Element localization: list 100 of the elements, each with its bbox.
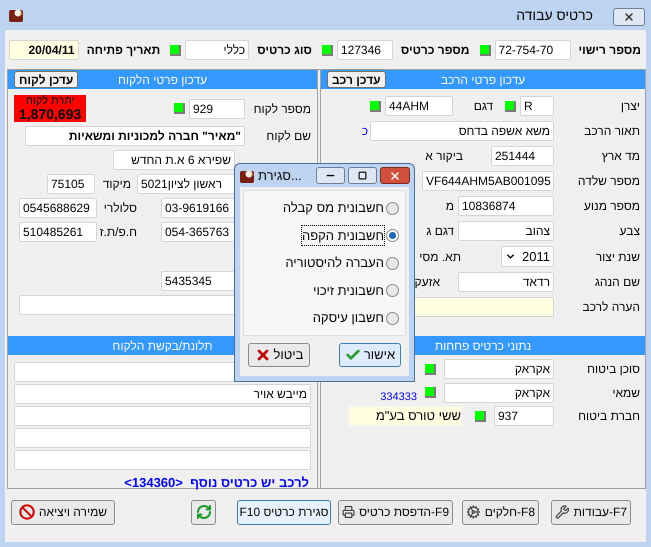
text-field[interactable]: מייבש אויר <box>14 384 311 404</box>
year-dropdown[interactable]: 2011 <box>501 246 554 267</box>
field-label: ח.פ/ת.ז <box>98 224 137 241</box>
link-text: כ <box>362 123 368 140</box>
app-icon <box>8 7 24 23</box>
text-field[interactable]: ראשון לציון5021 <box>137 174 235 194</box>
close-button[interactable] <box>613 8 645 26</box>
update-button[interactable]: עדכן רכב <box>327 71 386 88</box>
text-field[interactable]: "מאיר" חברה למכוניות ומשאיות <box>25 126 245 146</box>
field-label: תאור הרכב <box>583 123 640 140</box>
text-field[interactable] <box>14 428 311 448</box>
update-button[interactable]: עדכן לקוח <box>14 71 78 88</box>
text-field[interactable]: 72-754-70 <box>494 40 571 60</box>
link-text: 334333 <box>380 392 417 403</box>
radio-option[interactable]: העברה להיסטוריה <box>244 253 399 273</box>
toolbar-button[interactable]: F7-עבודות <box>551 500 631 524</box>
text-field[interactable]: VF644AHM5AB001095 <box>422 171 554 191</box>
field-label: ביקור א <box>425 148 463 165</box>
gear-icon <box>466 504 481 520</box>
wrench-icon <box>555 504 570 520</box>
text-field[interactable]: R <box>520 96 554 116</box>
text-field[interactable]: צהוב <box>458 221 554 241</box>
text-field[interactable]: 10836874 <box>458 196 554 216</box>
radio-option[interactable]: חשבונית מס קבלה <box>244 198 399 218</box>
field-label: דגם <box>472 98 493 115</box>
radio-option[interactable]: חשבונית זיכוי <box>244 280 399 300</box>
field-label: שמאי <box>611 384 640 402</box>
text-field[interactable]: כללי <box>185 40 250 60</box>
text-field[interactable]: 054-365763 <box>161 222 235 242</box>
window-title: כרטיס עבודה <box>516 6 593 24</box>
text-field[interactable]: 44AHM <box>385 96 453 116</box>
maximize-icon <box>358 171 367 180</box>
app-icon <box>239 168 255 184</box>
toolbar-button[interactable]: F9-הדפסת כרטיס <box>338 500 453 524</box>
field-label: מד ארץ <box>600 148 640 165</box>
section-title: תלונת/בקשת הלקוח <box>112 338 213 354</box>
text-field[interactable]: 937 <box>494 406 554 426</box>
field-label: מיקוד <box>102 176 131 193</box>
confirm-button[interactable]: אישור <box>339 343 401 367</box>
text-field[interactable]: 127346 <box>336 40 393 60</box>
year-value: 2011 <box>522 248 550 266</box>
text-field[interactable]: משא אשפה בדחס <box>370 121 554 141</box>
refresh-icon <box>196 504 212 520</box>
close-button[interactable] <box>380 167 410 184</box>
radio-icon <box>386 284 399 297</box>
cancel-button[interactable]: ביטול <box>248 343 310 367</box>
insurance-company-name: ששי טורס בע"מ <box>349 407 461 425</box>
field-label: שנת יצור <box>594 248 640 266</box>
radio-icon <box>386 256 399 270</box>
section-title: עדכון פרטי הרכב <box>440 72 526 88</box>
text-field[interactable]: 75105 <box>47 174 95 194</box>
radio-option[interactable]: חשבונית הקפה <box>244 226 399 246</box>
toolbar-button[interactable]: F8-חלקים <box>462 500 539 524</box>
text-field[interactable]: 510485261 <box>19 222 97 242</box>
dialog-title: סגירת... <box>258 166 302 185</box>
maximize-button[interactable] <box>348 167 377 184</box>
balance-label: יתרת לקוח <box>26 96 74 107</box>
text-field[interactable]: 0545688629 <box>19 198 97 218</box>
cross-icon <box>254 347 271 363</box>
text-field[interactable]: 929 <box>189 98 245 118</box>
field-label: חברת ביטוח <box>577 408 640 425</box>
text-field[interactable] <box>14 406 311 426</box>
close-icon <box>623 11 635 23</box>
text-field[interactable]: אקראק <box>444 382 554 402</box>
text-field[interactable]: שפירא 6 א.ת החדש <box>113 150 235 170</box>
field-label: מספר שלדה <box>576 173 640 190</box>
section-title: נתוני כרטיס פחחות <box>434 338 532 354</box>
field-label: צבע <box>618 223 640 240</box>
balance-value: 1,870,693 <box>18 107 82 121</box>
printer-icon <box>342 504 356 520</box>
field-label: סוג כרטיס <box>257 42 312 59</box>
field-label: מספר כרטיס <box>400 42 470 59</box>
toolbar-button[interactable]: סגירת כרטיס F10 <box>237 500 331 524</box>
notice-text: לרכב יש כרטיס נוסף <134360> <box>124 475 309 491</box>
field-label: מ <box>446 198 454 215</box>
field-label: שם לקוח <box>265 128 311 145</box>
text-field[interactable]: אקראק <box>444 359 554 379</box>
field-label: סלולרי <box>102 200 137 217</box>
toolbar-button[interactable]: שמירה ויציאה <box>11 500 115 524</box>
minimize-button[interactable] <box>316 167 345 184</box>
text-field[interactable]: 20/04/11 <box>8 40 79 60</box>
field-label: דגם ג <box>426 223 454 240</box>
text-field[interactable]: 03-9619166 <box>161 198 235 218</box>
close-icon <box>389 170 401 182</box>
text-field[interactable] <box>14 450 311 470</box>
radio-icon <box>386 312 399 324</box>
no-entry-icon <box>18 504 35 520</box>
field-label: מספר לקוח <box>252 100 311 118</box>
text-field[interactable]: 5435345 <box>161 271 235 291</box>
radio-option[interactable]: חשבון עיסקה <box>244 308 399 328</box>
field-label: יצרן <box>620 98 640 115</box>
field-label: הערה לרכב <box>582 299 640 316</box>
text-field[interactable]: 251444 <box>491 146 554 166</box>
section-title: עדכון פרטי הלקוח <box>118 72 208 88</box>
field-label: מספר מנוע <box>582 198 640 215</box>
refresh-button[interactable] <box>191 500 216 524</box>
field-label: תאריך פתיחה <box>86 42 160 59</box>
text-field[interactable]: רדאד <box>458 272 554 292</box>
field-label: תא. מסי <box>419 248 461 266</box>
radio-icon <box>386 229 399 242</box>
